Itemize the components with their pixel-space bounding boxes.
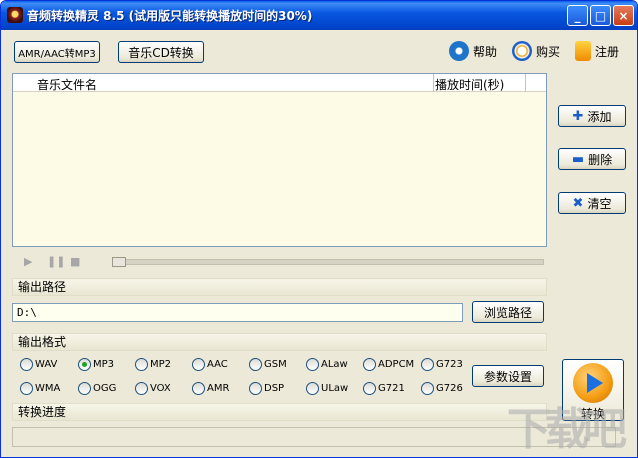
add-button[interactable]: ✚ 添加: [558, 105, 626, 127]
format-label: WAV: [35, 359, 58, 370]
format-option-ulaw[interactable]: ULaw: [306, 382, 348, 395]
format-option-mp2[interactable]: MP2: [135, 358, 171, 371]
radio-icon: [20, 382, 33, 395]
radio-icon: [421, 382, 434, 395]
format-label: G726: [436, 383, 463, 394]
column-header-duration[interactable]: 播放时间(秒): [435, 76, 504, 93]
app-window: 音频转换精灵 8.5 (试用版只能转换播放时间的30%) _ □ × AMR/A…: [0, 0, 638, 458]
playback-bar: ▶ ❚❚ ■: [12, 249, 547, 273]
format-label: OGG: [93, 383, 117, 394]
window-title: 音频转换精灵 8.5 (试用版只能转换播放时间的30%): [27, 9, 313, 23]
format-option-wma[interactable]: WMA: [20, 382, 60, 395]
format-label: MP3: [93, 359, 115, 370]
radio-icon: [135, 358, 148, 371]
column-divider[interactable]: [433, 74, 434, 92]
radio-icon: [20, 358, 33, 371]
amr-aac-to-mp3-button[interactable]: AMR/AAC转MP3: [14, 41, 100, 63]
radio-icon: [192, 358, 205, 371]
title-bar[interactable]: 音频转换精灵 8.5 (试用版只能转换播放时间的30%) _ □ ×: [1, 1, 637, 30]
format-option-g726[interactable]: G726: [421, 382, 463, 395]
lock-icon: [575, 41, 591, 61]
format-label: ADPCM: [378, 359, 415, 370]
minimize-button[interactable]: _: [567, 5, 588, 26]
radio-icon: [306, 358, 319, 371]
help-label: 帮助: [473, 44, 498, 59]
browse-path-button[interactable]: 浏览路径: [472, 301, 544, 323]
list-header: 音乐文件名 播放时间(秒): [13, 74, 546, 92]
x-icon: ✖: [572, 195, 584, 211]
column-divider[interactable]: [525, 74, 526, 92]
stop-icon[interactable]: ■: [70, 255, 80, 268]
maximize-button[interactable]: □: [590, 5, 611, 26]
clear-label: 清空: [587, 196, 612, 211]
radio-icon: [306, 382, 319, 395]
music-file-list[interactable]: 音乐文件名 播放时间(秒): [12, 73, 547, 247]
music-cd-convert-button[interactable]: 音乐CD转换: [118, 41, 204, 63]
app-logo-icon: [7, 7, 23, 23]
delete-label: 删除: [588, 152, 613, 167]
radio-icon: [363, 358, 376, 371]
seek-slider[interactable]: [112, 257, 544, 267]
buy-icon: [512, 41, 532, 61]
output-path-header: 输出路径: [12, 278, 547, 296]
radio-icon: [192, 382, 205, 395]
register-label: 注册: [595, 44, 620, 59]
minus-icon: ▬: [571, 151, 585, 167]
format-label: G721: [378, 383, 405, 394]
radio-icon: [249, 382, 262, 395]
play-icon[interactable]: ▶: [24, 255, 32, 268]
radio-icon: [78, 382, 91, 395]
format-label: WMA: [35, 383, 61, 394]
format-option-g721[interactable]: G721: [363, 382, 405, 395]
buy-label: 购买: [536, 44, 561, 59]
format-option-dsp[interactable]: DSP: [249, 382, 284, 395]
format-label: DSP: [264, 383, 285, 394]
clear-button[interactable]: ✖ 清空: [558, 192, 626, 214]
watermark-logo: 下载吧: [507, 404, 627, 455]
radio-selected-icon: [78, 358, 91, 371]
radio-icon: [249, 358, 262, 371]
format-label: ALaw: [321, 359, 348, 370]
format-label: GSM: [264, 359, 287, 370]
plus-icon: ✚: [572, 108, 584, 124]
format-option-adpcm[interactable]: ADPCM: [363, 358, 414, 371]
delete-button[interactable]: ▬ 删除: [558, 148, 626, 170]
format-option-alaw[interactable]: ALaw: [306, 358, 348, 371]
format-label: VOX: [150, 383, 171, 394]
format-option-gsm[interactable]: GSM: [249, 358, 287, 371]
register-link[interactable]: 注册: [575, 41, 619, 61]
format-label: ULaw: [321, 383, 349, 394]
buy-link[interactable]: 购买: [512, 41, 560, 61]
radio-icon: [363, 382, 376, 395]
help-link[interactable]: 帮助: [449, 41, 497, 61]
format-option-aac[interactable]: AAC: [192, 358, 228, 371]
parameter-settings-button[interactable]: 参数设置: [472, 365, 544, 387]
format-option-amr[interactable]: AMR: [192, 382, 229, 395]
column-header-filename[interactable]: 音乐文件名: [37, 76, 97, 93]
format-option-g723[interactable]: G723: [421, 358, 463, 371]
format-option-ogg[interactable]: OGG: [78, 382, 116, 395]
output-path-field[interactable]: D:\: [12, 303, 463, 322]
pause-icon[interactable]: ❚❚: [47, 255, 65, 268]
format-option-wav[interactable]: WAV: [20, 358, 57, 371]
format-option-mp3[interactable]: MP3: [78, 358, 114, 371]
close-button[interactable]: ×: [613, 5, 634, 26]
format-label: AMR: [207, 383, 230, 394]
output-format-header: 输出格式: [12, 333, 547, 351]
radio-icon: [421, 358, 434, 371]
format-option-vox[interactable]: VOX: [135, 382, 171, 395]
seek-thumb[interactable]: [112, 257, 126, 267]
format-label: AAC: [207, 359, 228, 370]
add-label: 添加: [587, 109, 612, 124]
progress-header: 转换进度: [12, 403, 547, 421]
format-label: MP2: [150, 359, 172, 370]
help-icon: [449, 41, 469, 61]
radio-icon: [135, 382, 148, 395]
format-label: G723: [436, 359, 463, 370]
